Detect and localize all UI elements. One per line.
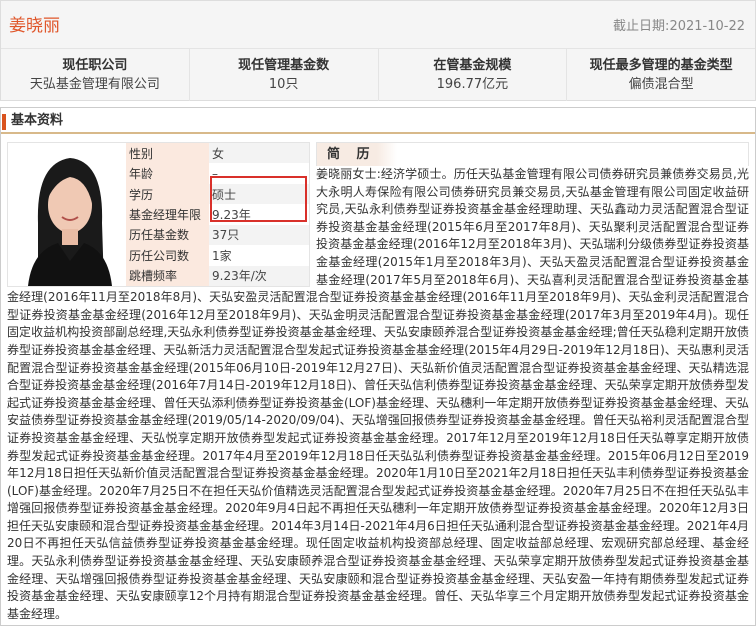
stat-fund-count: 现任管理基金数 10只 [190,49,379,101]
highlight-box [210,176,307,222]
basic-info-section: 基本资料 性别女 年龄 – 学历 硕士 基金经理年限 9.23年 历任基金数 37只 [0,107,756,626]
manager-photo [8,143,126,286]
stat-label: 在管基金规模 [433,58,512,73]
stat-aum: 在管基金规模 196.77亿元 [379,49,568,101]
profile-value: 37只 [209,224,309,246]
stat-label: 现任管理基金数 [238,58,330,73]
stat-value: 10只 [268,77,299,92]
date-label: 截止日期: [613,19,670,34]
profile-row: 性别女 [126,143,309,164]
profile-key: 性别 [126,143,209,164]
date-value: 2021-10-22 [669,19,745,34]
profile-value: 9.23年/次 [209,265,309,286]
profile-key: 历任基金数 [126,224,209,246]
summary-stats: 现任职公司天弘基金管理有限公司 现任管理基金数 10只 在管基金规模 196.77亿… [1,48,755,101]
stat-label: 现任最多管理的基金类型 [589,58,733,73]
bio-title: 简 历 [316,142,749,166]
profile-value: 1家 [209,245,309,266]
profile-key: 年龄 [126,163,209,184]
profile-row: 历任基金数 37只 [126,224,309,246]
profile-row: 跳槽频率 9.23年/次 [126,265,309,286]
stat-value: 196.77亿元 [436,77,509,92]
section-title: 基本资料 [1,108,755,134]
profile-row: 历任公司数 1家 [126,245,309,266]
profile-value: 女 [209,143,309,164]
stat-company: 现任职公司天弘基金管理有限公司 [1,49,190,101]
profile-key: 基金经理年限 [126,204,209,225]
profile-key: 跳槽频率 [126,265,209,286]
manager-name: 姜晓丽 [9,16,60,36]
stat-fund-type: 现任最多管理的基金类型 偏债混合型 [567,49,755,101]
manager-header: 姜晓丽 截止日期:2021-10-22 现任职公司天弘基金管理有限公司 现任管理… [0,0,756,101]
stat-value: 偏债混合型 [628,77,694,92]
profile-key: 学历 [126,183,209,205]
as-of-date: 截止日期:2021-10-22 [613,15,745,34]
profile-key: 历任公司数 [126,245,209,266]
stat-value: 天弘基金管理有限公司 [29,77,160,92]
stat-label: 现任职公司 [62,58,128,73]
